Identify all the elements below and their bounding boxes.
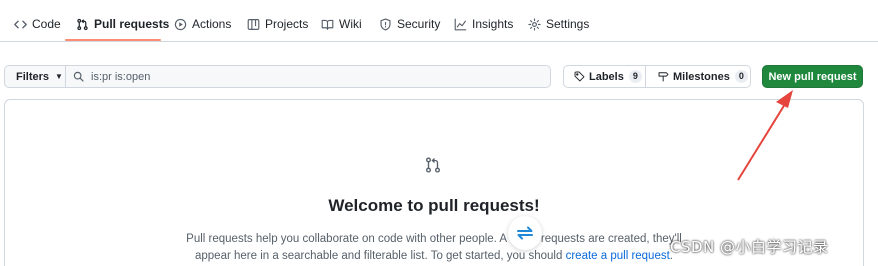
search-input[interactable] <box>91 70 531 83</box>
git-pull-request-icon <box>426 157 440 173</box>
watermark: CSDN @小白学习记录 <box>670 238 829 256</box>
milestones-button[interactable]: Milestones 0 <box>645 65 751 88</box>
labels-button[interactable]: Labels 9 <box>563 65 646 88</box>
git-pull-request-icon <box>77 18 88 30</box>
milestones-label: Milestones <box>673 70 730 83</box>
search-icon <box>73 71 84 82</box>
caret-down-icon: ▼ <box>55 72 63 81</box>
tab-projects[interactable]: Projects <box>245 8 310 40</box>
tab-code-label: Code <box>32 17 61 31</box>
tab-projects-label: Projects <box>265 17 309 31</box>
play-icon <box>174 18 187 30</box>
selected-tab-underline <box>65 39 161 41</box>
graph-icon <box>454 18 467 30</box>
tag-icon <box>574 71 585 82</box>
blankslate-line1-tail: requests are created, they'll <box>540 233 682 245</box>
blankslate-line2: appear here in a searchable and filterab… <box>195 250 563 262</box>
tab-insights[interactable]: Insights <box>452 8 515 40</box>
new-pull-request-button[interactable]: New pull request <box>762 65 863 88</box>
tab-pull-requests[interactable]: Pull requests <box>74 8 171 40</box>
tab-settings[interactable]: Settings <box>526 8 591 40</box>
filters-label: Filters <box>16 70 50 83</box>
tab-settings-label: Settings <box>546 17 590 31</box>
blankslate-line1: Pull requests help you collaborate on co… <box>186 233 507 245</box>
new-pull-request-label: New pull request <box>768 70 857 83</box>
repo-navigation: Code Pull requests Actions Projects Wiki… <box>0 0 878 42</box>
tab-actions-label: Actions <box>192 17 232 31</box>
labels-count-badge: 9 <box>628 70 642 83</box>
milestone-icon <box>658 72 669 82</box>
filters-button[interactable]: Filters ▼ <box>4 65 66 88</box>
tab-wiki-label: Wiki <box>339 17 362 31</box>
tab-security-label: Security <box>397 17 441 31</box>
table-icon <box>247 18 260 30</box>
search-bar[interactable] <box>65 65 551 88</box>
tab-pull-requests-label: Pull requests <box>94 17 170 31</box>
book-icon <box>321 19 334 30</box>
milestones-count-badge: 0 <box>734 70 748 83</box>
tab-actions[interactable]: Actions <box>172 8 233 40</box>
shield-icon <box>380 17 391 31</box>
tab-wiki[interactable]: Wiki <box>319 8 364 40</box>
sync-icon <box>517 226 533 240</box>
code-icon <box>14 20 27 28</box>
tab-code[interactable]: Code <box>12 8 63 40</box>
sync-badge[interactable] <box>508 216 542 250</box>
tab-insights-label: Insights <box>472 17 514 31</box>
blankslate-title: Welcome to pull requests! <box>328 196 540 215</box>
gear-icon <box>528 17 541 31</box>
create-pull-request-link[interactable]: create a pull request <box>566 250 670 262</box>
tab-security[interactable]: Security <box>377 8 442 40</box>
labels-label: Labels <box>589 70 624 83</box>
